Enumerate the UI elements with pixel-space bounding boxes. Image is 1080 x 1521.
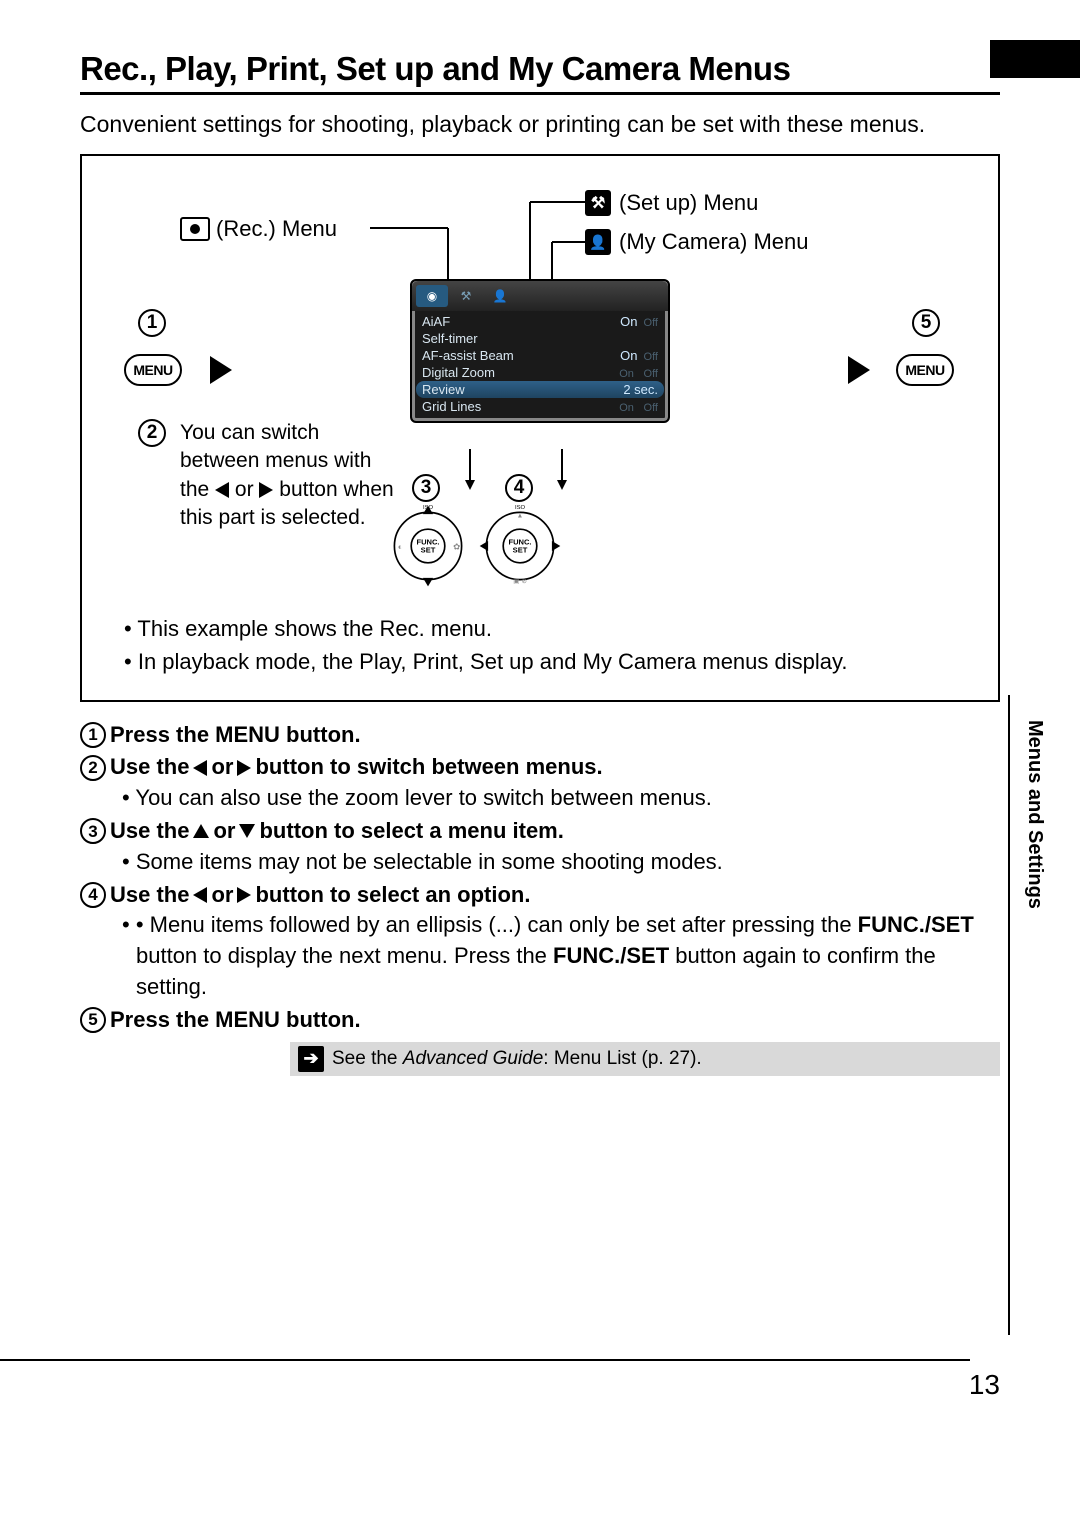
arrow-down-icon xyxy=(239,824,255,838)
arrow-right-icon xyxy=(210,356,232,384)
diagram-note-2: In playback mode, the Play, Print, Set u… xyxy=(124,647,970,678)
step-2-b: or xyxy=(211,752,233,783)
svg-text:SET: SET xyxy=(421,546,436,555)
step-3-b: or xyxy=(213,816,235,847)
rec-menu-label: (Rec.) Menu xyxy=(180,216,337,242)
rec-menu-text: (Rec.) Menu xyxy=(216,216,337,242)
menu-button-left: MENU xyxy=(124,354,182,386)
step-3-a: Use the xyxy=(110,816,189,847)
svg-text:SET: SET xyxy=(513,546,528,555)
step-3-c: button to select a menu item. xyxy=(259,816,563,847)
step-marker-2: 2 xyxy=(138,419,166,447)
switch-menus-note: You can switch between menus with the or… xyxy=(180,419,400,532)
switch-text-or: or xyxy=(235,478,254,501)
s4b: FUNC./SET xyxy=(858,912,974,937)
func-set-dial-vertical: FUNC. SET ISO ◐ ✿ xyxy=(386,504,470,588)
person-gear-icon: 👤 xyxy=(585,229,611,255)
step-4-c: button to select an option. xyxy=(255,880,530,911)
menu-button-right: MENU xyxy=(896,354,954,386)
lcd-tab-mycam-icon: 👤 xyxy=(484,285,516,307)
step-4-sub: • Menu items followed by an ellipsis (..… xyxy=(80,910,1000,1002)
step-2-sub: You can also use the zoom lever to switc… xyxy=(80,783,1000,814)
svg-text:▣ ⊘: ▣ ⊘ xyxy=(513,578,527,585)
arrow-right-icon xyxy=(237,760,251,776)
camera-rec-icon xyxy=(180,217,210,241)
intro-text: Convenient settings for shooting, playba… xyxy=(80,109,1000,140)
diagram-notes-list: This example shows the Rec. menu. In pla… xyxy=(110,614,970,678)
step-num-4: 4 xyxy=(80,882,106,908)
step-3-sub: Some items may not be selectable in some… xyxy=(80,847,1000,878)
lcd-rows: AiAF OnOffSelf-timer AF-assist Beam OnOf… xyxy=(412,311,668,421)
side-rule xyxy=(1008,695,1010,1335)
section-side-label: Menus and Settings xyxy=(1023,720,1046,909)
svg-text:✿: ✿ xyxy=(453,541,460,551)
footer-rule xyxy=(0,1359,970,1361)
arrow-left-icon xyxy=(193,887,207,903)
arrow-right-icon xyxy=(259,482,273,498)
switch-text-b: button when this part is selected. xyxy=(180,478,394,529)
step-4-a: Use the xyxy=(110,880,189,911)
tools-icon: ⚒ xyxy=(585,190,611,216)
step-num-2: 2 xyxy=(80,755,106,781)
arrow-right-icon xyxy=(237,887,251,903)
svg-text:▲: ▲ xyxy=(517,512,524,519)
setup-menu-label: ⚒ (Set up) Menu xyxy=(585,190,758,216)
step-2-c: button to switch between menus. xyxy=(255,752,602,783)
step-num-5: 5 xyxy=(80,1007,106,1033)
mycamera-menu-text: (My Camera) Menu xyxy=(619,229,808,255)
lcd-tab-rec-icon: ◉ xyxy=(416,285,448,307)
step-5-text: Press the MENU button. xyxy=(110,1005,361,1036)
advnote-a: See the xyxy=(332,1048,403,1069)
page-title: Rec., Play, Print, Set up and My Camera … xyxy=(80,50,1000,95)
step-marker-5: 5 xyxy=(912,309,940,337)
diagram-note-1: This example shows the Rec. menu. xyxy=(124,614,970,645)
lcd-row: AF-assist Beam OnOff xyxy=(412,347,668,364)
arrow-left-icon xyxy=(193,760,207,776)
mycamera-menu-label: 👤 (My Camera) Menu xyxy=(585,229,808,255)
step-2-a: Use the xyxy=(110,752,189,783)
lcd-row: AiAF OnOff xyxy=(412,313,668,330)
s4c: button to display the next menu. Press t… xyxy=(136,943,553,968)
lcd-row: Self-timer xyxy=(412,330,668,347)
s4a: Menu items followed by an ellipsis (...)… xyxy=(150,912,858,937)
diagram-area: (Rec.) Menu ⚒ (Set up) Menu 👤 (My Camera… xyxy=(110,174,970,604)
advnote-b: Advanced Guide xyxy=(403,1048,544,1069)
arrow-left-icon xyxy=(215,482,229,498)
lcd-row: Review 2 sec. xyxy=(416,381,664,398)
arrow-box-icon: ➔ xyxy=(298,1046,324,1072)
svg-text:ISO: ISO xyxy=(515,505,526,511)
arrow-up-icon xyxy=(193,824,209,838)
setup-menu-text: (Set up) Menu xyxy=(619,190,758,216)
diagram-box: (Rec.) Menu ⚒ (Set up) Menu 👤 (My Camera… xyxy=(80,154,1000,702)
camera-lcd: ◉ ⚒ 👤 AiAF OnOffSelf-timer AF-assist Bea… xyxy=(410,279,670,423)
arrow-right-icon xyxy=(848,356,870,384)
instruction-steps: 1 Press the MENU button. 2 Use the or bu… xyxy=(80,720,1000,1077)
step-marker-3: 3 xyxy=(412,474,440,502)
page-number: 13 xyxy=(969,1369,1000,1401)
step-num-1: 1 xyxy=(80,722,106,748)
advnote-c: : Menu List (p. 27). xyxy=(543,1048,701,1069)
lcd-tab-row: ◉ ⚒ 👤 xyxy=(412,281,668,311)
lcd-tab-setup-icon: ⚒ xyxy=(450,285,482,307)
step-4-b: or xyxy=(211,880,233,911)
lcd-row: Digital ZoomOn Off xyxy=(412,364,668,381)
step-marker-1: 1 xyxy=(138,309,166,337)
lcd-row: Grid LinesOn Off xyxy=(412,398,668,415)
step-num-3: 3 xyxy=(80,818,106,844)
s4d: FUNC./SET xyxy=(553,943,669,968)
step-1-text: Press the MENU button. xyxy=(110,720,361,751)
svg-text:◐: ◐ xyxy=(398,541,403,551)
advanced-guide-note: ➔ See the Advanced Guide: Menu List (p. … xyxy=(290,1042,1000,1077)
step-marker-4: 4 xyxy=(505,474,533,502)
func-set-dial-horizontal: FUNC. SET ISO ▲ ▣ ⊘ xyxy=(478,504,562,588)
